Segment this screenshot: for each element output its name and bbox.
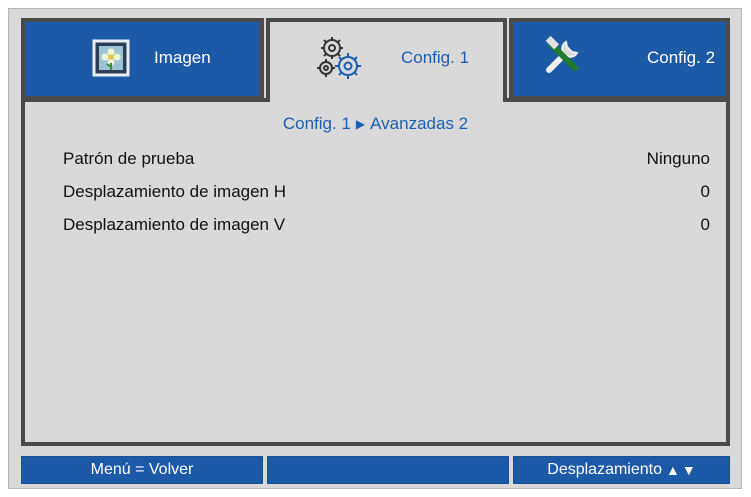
tab-label-config-2: Config. 2 [647,48,716,67]
tab-config-1[interactable]: Config. 1 [266,18,507,102]
breadcrumb-parent: Config. 1 [282,114,351,133]
tools-icon [539,34,585,80]
bottom-bar: Menú = Volver Desplazamiento ▲ ▼ [21,456,730,484]
breadcrumb: Config. 1 ▶ Avanzadas 2 [25,114,726,134]
setting-value: 0 [700,182,710,201]
setting-label: Patrón de prueba [63,149,195,168]
breadcrumb-current: Avanzadas 2 [370,114,469,133]
tab-label-config-1: Config. 1 [401,48,470,67]
setting-row-h-image-shift[interactable]: Desplazamiento de imagen H 0 [63,182,710,210]
tab-imagen[interactable]: Imagen [21,18,264,100]
setting-row-test-pattern[interactable]: Patrón de prueba Ninguno [63,149,710,177]
setting-row-v-image-shift[interactable]: Desplazamiento de imagen V 0 [63,215,710,243]
tab-label-imagen: Imagen [154,48,211,67]
scroll-hint: Desplazamiento ▲ ▼ [513,456,730,484]
arrow-up-icon: ▲ [666,462,680,478]
arrow-down-icon: ▼ [681,462,696,478]
triangle-right-icon: ▶ [355,117,366,131]
setting-label: Desplazamiento de imagen H [63,182,287,201]
setting-value: Ninguno [646,149,710,168]
settings-panel: Config. 1 ▶ Avanzadas 2 Patrón de prueba N… [21,98,730,446]
gears-icon [314,32,366,84]
bottom-bar-middle [267,456,509,484]
back-hint: Menú = Volver [21,456,263,484]
setting-value: 0 [700,215,710,234]
scroll-hint-label: Desplazamiento [547,461,662,478]
setting-label: Desplazamiento de imagen V [63,215,286,234]
tab-config-2[interactable]: Config. 2 [509,18,730,100]
back-hint-label: Menú = Volver [90,461,194,478]
flower-image-icon [88,35,134,81]
